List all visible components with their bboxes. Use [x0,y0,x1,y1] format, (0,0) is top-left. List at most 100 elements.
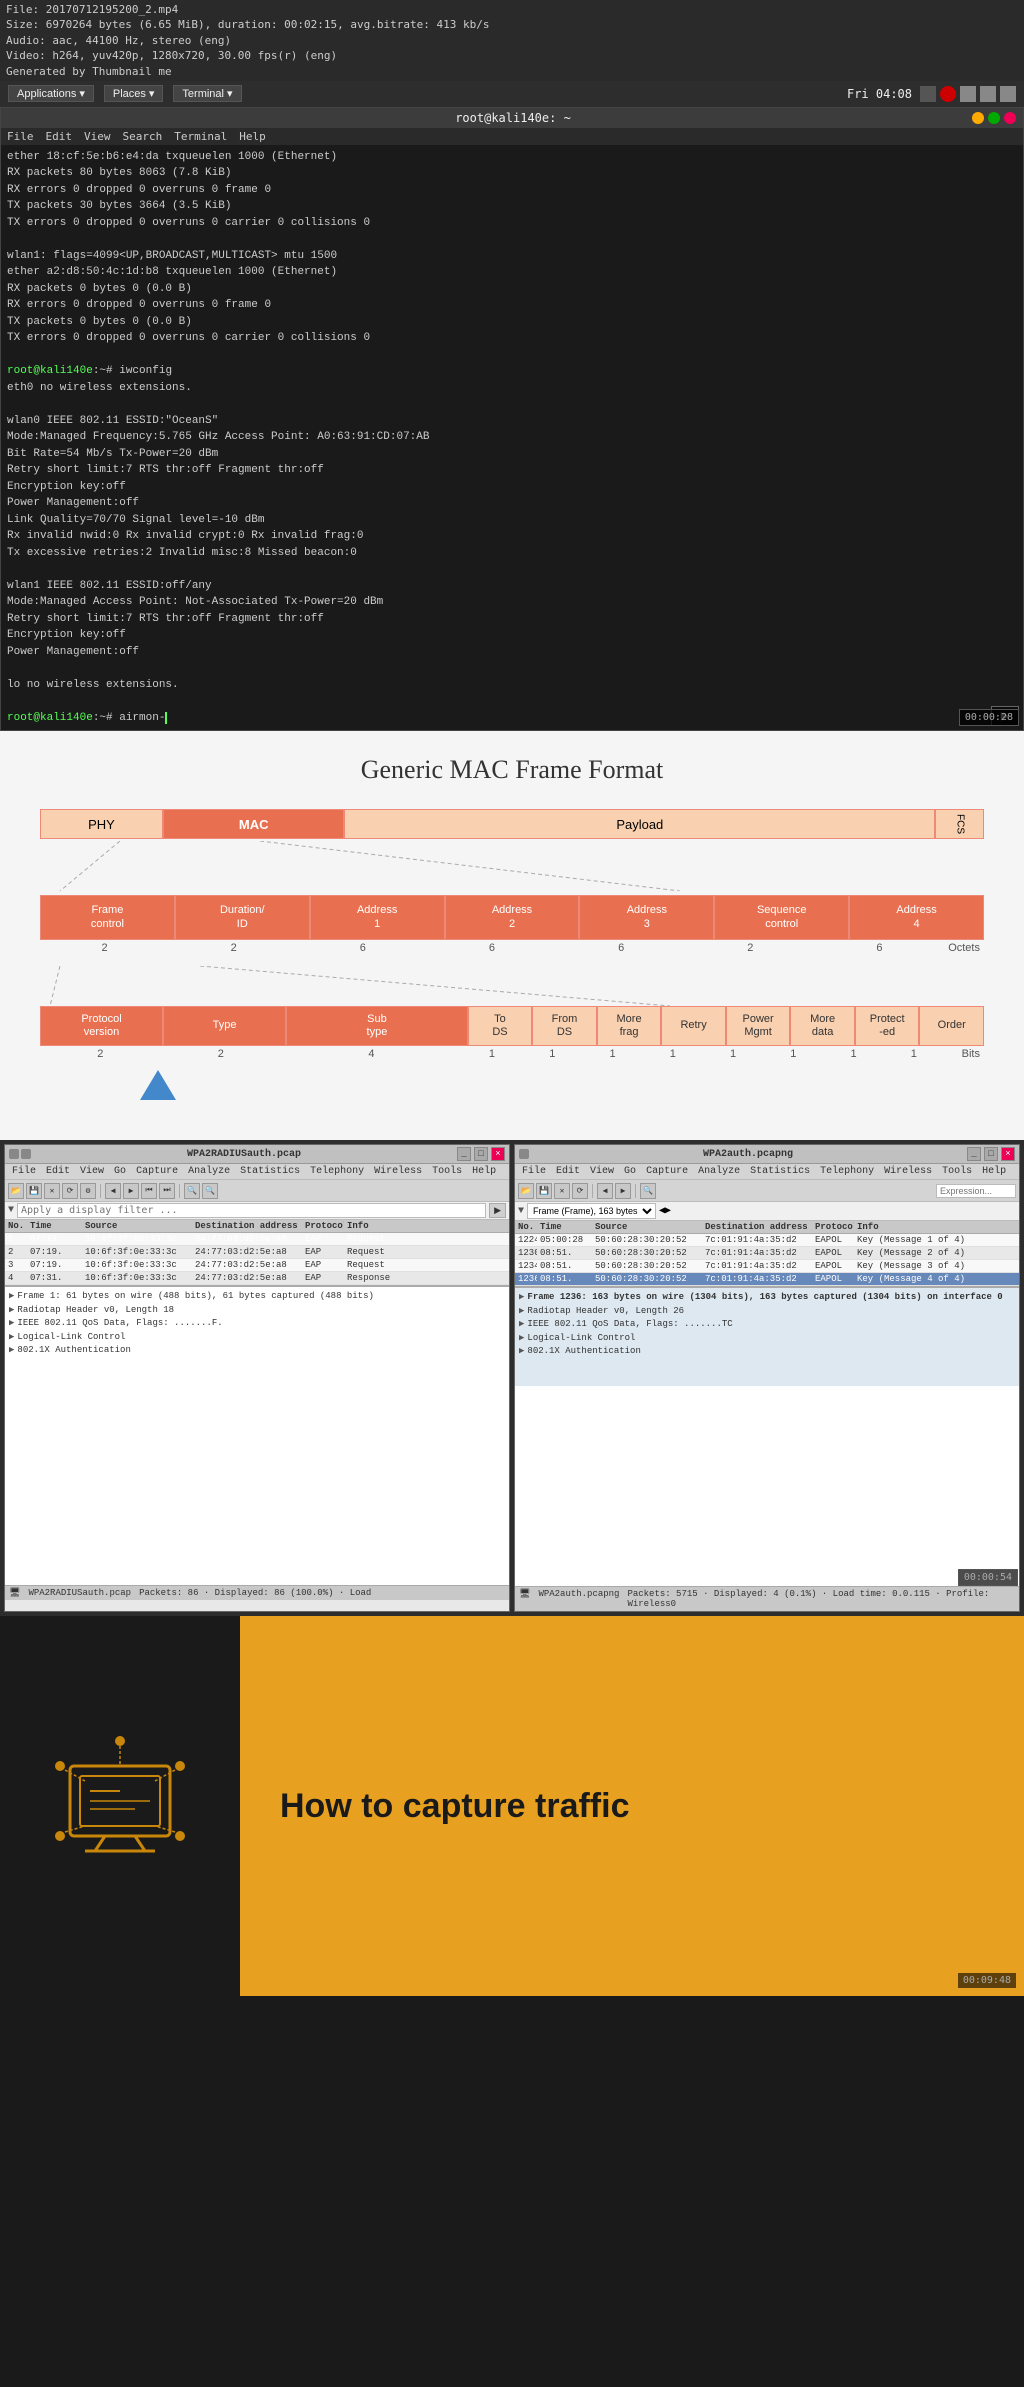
ws-right-menu-statistics[interactable]: Statistics [745,1165,815,1178]
ws-left-maximize[interactable]: □ [474,1147,488,1161]
ws-right-menu-wireless[interactable]: Wireless [879,1165,937,1178]
ws-right-menu-capture[interactable]: Capture [641,1165,693,1178]
sequence-control-cell: Sequencecontrol [714,895,849,939]
ws-right-detail-0[interactable]: ▶Frame 1236: 163 bytes on wire (1304 bit… [519,1291,1015,1305]
ws-right-tool-back[interactable]: ◀ [597,1183,613,1199]
ws-right-maximize[interactable]: □ [984,1147,998,1161]
address1-cell: Address1 [310,895,445,939]
ws-left-row-1[interactable]: 1 07:19. 10:6f:3f:0e:33:3c 24:77:03:d2:5… [5,1233,509,1246]
ws-tool-back[interactable]: ◀ [105,1183,121,1199]
ws-tool-last[interactable]: ⏭ [159,1183,175,1199]
ws-left-controls: _ □ × [457,1147,505,1161]
ws-right-row-3[interactable]: 1234 08:51. 50:60:28:30:20:52 7c:01:91:4… [515,1260,1019,1273]
terminal-title: root@kali140e: ~ [54,111,972,125]
ws-right-filter-select[interactable]: Frame (Frame), 163 bytes [527,1203,656,1219]
ws-right-close[interactable]: × [1001,1147,1015,1161]
ws-right-detail-3[interactable]: ▶Logical-Link Control [519,1332,1015,1346]
ws-left-col-time: Time [27,1220,82,1232]
ws-right-detail-1[interactable]: ▶Radiotap Header v0, Length 26 [519,1305,1015,1319]
apps-label: Applications [17,88,76,100]
ws-right-menu-file[interactable]: File [517,1165,551,1178]
ws-right-menu-tools[interactable]: Tools [937,1165,977,1178]
ws-right-minimize[interactable]: _ [967,1147,981,1161]
ws-left-detail-3[interactable]: ▶Logical-Link Control [9,1331,505,1345]
ws-left-detail-2[interactable]: ▶IEEE 802.11 QoS Data, Flags: .......F. [9,1317,505,1331]
ws-tool-first[interactable]: ⏮ [141,1183,157,1199]
ws-left-menu-telephony[interactable]: Telephony [305,1165,369,1178]
ws-right-filter-icon: ▼ [518,1206,524,1217]
ws-right-menu-analyze[interactable]: Analyze [693,1165,745,1178]
ws-tool-reload[interactable]: ⟳ [62,1183,78,1199]
ws-left-detail-0[interactable]: ▶Frame 1: 61 bytes on wire (488 bits), 6… [9,1290,505,1304]
ws-left-row-2[interactable]: 2 07:19. 10:6f:3f:0e:33:3c 24:77:03:d2:5… [5,1246,509,1259]
ws-left-menu-file[interactable]: File [7,1165,41,1178]
ws-right-row-4[interactable]: 1236 08:51. 50:60:28:30:20:52 7c:01:91:4… [515,1273,1019,1286]
apps-menu-btn[interactable]: Applications ▾ [8,85,94,102]
menu-file[interactable]: File [7,130,34,143]
ws-left-menu-tools[interactable]: Tools [427,1165,467,1178]
ws-right-menu-telephony[interactable]: Telephony [815,1165,879,1178]
terminal-chevron-icon: ▾ [227,87,233,100]
minimize-button[interactable] [972,112,984,124]
maximize-button[interactable] [988,112,1000,124]
ws-left-row-3[interactable]: 3 07:19. 10:6f:3f:0e:33:3c 24:77:03:d2:5… [5,1259,509,1272]
ws-right-title-status: WPA2auth.pcapng [538,1589,619,1609]
ws-left-menu-capture[interactable]: Capture [131,1165,183,1178]
address3-cell: Address3 [579,895,714,939]
subtype-cell: Subtype [286,1006,468,1046]
ws-tool-prefs[interactable]: ⚙ [80,1183,96,1199]
ws-left-menu-wireless[interactable]: Wireless [369,1165,427,1178]
menu-search[interactable]: Search [123,130,163,143]
ws-right-tool-reload[interactable]: ⟳ [572,1183,588,1199]
ws-left-menu-statistics[interactable]: Statistics [235,1165,305,1178]
close-button[interactable] [1004,112,1016,124]
dashed-lines-svg [40,841,984,891]
ws-left-menu-analyze[interactable]: Analyze [183,1165,235,1178]
terminal-content: ether 18:cf:5e:b6:e4:da txqueuelen 1000 … [1,145,1023,731]
ws-left-filter-apply[interactable]: ▶ [489,1203,506,1218]
ws-right-row-1[interactable]: 1224 05:00:28 50:60:28:30:20:52 7c:01:91… [515,1234,1019,1247]
ws-tool-close[interactable]: ✕ [44,1183,60,1199]
ws-left-menu-go[interactable]: Go [109,1165,131,1178]
ws-right-tool-save[interactable]: 💾 [536,1183,552,1199]
ws-tool-fwd[interactable]: ▶ [123,1183,139,1199]
ws-left-detail-4[interactable]: ▶802.1X Authentication [9,1344,505,1358]
to-ds-cell: ToDS [468,1006,533,1046]
ws-right-menu-go[interactable]: Go [619,1165,641,1178]
ws-right-row-2[interactable]: 1230 08:51. 50:60:28:30:20:52 7c:01:91:4… [515,1247,1019,1260]
menu-terminal[interactable]: Terminal [174,130,227,143]
terminal-menu-btn[interactable]: Terminal ▾ [173,85,241,102]
ws-tool-save[interactable]: 💾 [26,1183,42,1199]
ws-tool-zoom-in[interactable]: 🔍 [184,1183,200,1199]
ws-left-detail-1[interactable]: ▶Radiotap Header v0, Length 18 [9,1304,505,1318]
ws-right-tool-fwd[interactable]: ▶ [615,1183,631,1199]
ws-right-tool-open[interactable]: 📂 [518,1183,534,1199]
ws-right-detail-4[interactable]: ▶802.1X Authentication [519,1345,1015,1359]
ws-right-menu-view[interactable]: View [585,1165,619,1178]
ws-right-expression-input[interactable] [936,1184,1016,1198]
ws-right-menu-help[interactable]: Help [977,1165,1011,1178]
ws-right-menu-edit[interactable]: Edit [551,1165,585,1178]
ws-left-row-4[interactable]: 4 07:31. 10:6f:3f:0e:33:3c 24:77:03:d2:5… [5,1272,509,1285]
video-info-bar: File: 20170712195200_2.mp4 Size: 6970264… [0,0,1024,81]
ws-left-filter-input[interactable] [17,1203,486,1218]
ws-left-close[interactable]: × [491,1147,505,1161]
menu-edit[interactable]: Edit [46,130,73,143]
ws-left-menu-view[interactable]: View [75,1165,109,1178]
ws-tool-zoom-out[interactable]: 🔍 [202,1183,218,1199]
octets-label: Octets [944,942,984,954]
ws-right-expand-2: ▶ [519,1319,524,1329]
octets-6b: 6 [427,942,556,954]
ws-left-minimize[interactable]: _ [457,1147,471,1161]
ws-left-menu-help[interactable]: Help [467,1165,501,1178]
ws-tool-open[interactable]: 📂 [8,1183,24,1199]
topbar-left: Applications ▾ Places ▾ Terminal ▾ [8,85,242,102]
ws-right-tool-close[interactable]: ✕ [554,1183,570,1199]
ws-left-menu-edit[interactable]: Edit [41,1165,75,1178]
places-menu-btn[interactable]: Places ▾ [104,85,164,102]
ws-right-tool-zoom[interactable]: 🔍 [640,1183,656,1199]
menu-view[interactable]: View [84,130,111,143]
ws-right-detail-2[interactable]: ▶IEEE 802.11 QoS Data, Flags: .......TC [519,1318,1015,1332]
menu-help[interactable]: Help [239,130,266,143]
more-data-cell: Moredata [790,1006,855,1046]
